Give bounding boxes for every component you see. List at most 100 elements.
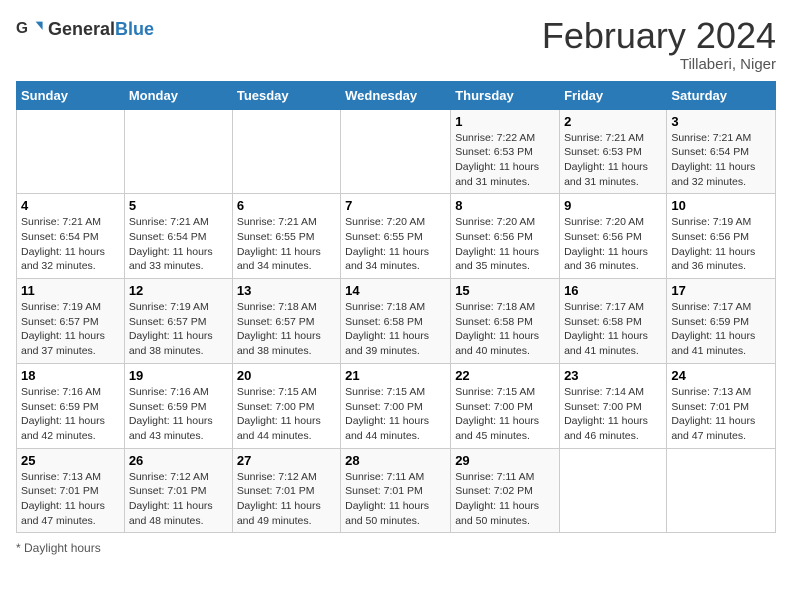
calendar-cell: 21Sunrise: 7:15 AM Sunset: 7:00 PM Dayli… (341, 363, 451, 448)
calendar-cell: 28 Sunrise: 7:11 AM Sunset: 7:01 PM Dayli… (341, 448, 451, 533)
day-info: Sunrise: 7:21 AM Sunset: 6:53 PM Dayligh… (564, 131, 662, 190)
calendar-cell: 8 Sunrise: 7:20 AM Sunset: 6:56 PM Daylig… (451, 194, 560, 279)
logo-icon: G (16, 16, 44, 44)
day-of-week-header: Friday (560, 81, 667, 109)
calendar-body: 1 Sunrise: 7:22 AM Sunset: 6:53 PM Daylig… (17, 109, 776, 533)
calendar-week-row: 18 Sunrise: 7:16 AM Sunset: 6:59 PM Dayli… (17, 363, 776, 448)
day-number: 8 (455, 198, 555, 213)
calendar-cell (232, 109, 340, 194)
calendar-cell (341, 109, 451, 194)
day-info: Sunrise: 7:20 AM Sunset: 6:56 PM Dayligh… (455, 215, 555, 274)
day-info: Sunrise: 7:21 AM Sunset: 6:54 PM Dayligh… (21, 215, 120, 274)
day-number: 25 (21, 453, 120, 468)
day-info: Sunrise: 7:16 AM Sunset: 6:59 PM Dayligh… (129, 385, 228, 444)
calendar-cell: 3Sunrise: 7:21 AM Sunset: 6:54 PM Daylig… (667, 109, 776, 194)
day-number: 14 (345, 283, 446, 298)
day-number: 9 (564, 198, 662, 213)
header-area: G GeneralBlue February 2024 Tillaberi, N… (16, 16, 776, 73)
day-number: 20 (237, 368, 336, 383)
day-info: Sunrise: 7:18 AM Sunset: 6:57 PM Dayligh… (237, 300, 336, 359)
day-number: 28 (345, 453, 446, 468)
calendar-cell: 18 Sunrise: 7:16 AM Sunset: 6:59 PM Dayli… (17, 363, 125, 448)
calendar-week-row: 4 Sunrise: 7:21 AM Sunset: 6:54 PM Daylig… (17, 194, 776, 279)
day-info: Sunrise: 7:17 AM Sunset: 6:58 PM Dayligh… (564, 300, 662, 359)
day-info: Sunrise: 7:15 AM Sunset: 7:00 PM Dayligh… (237, 385, 336, 444)
calendar-cell (124, 109, 232, 194)
day-number: 1 (455, 114, 555, 129)
calendar-cell: 11Sunrise: 7:19 AM Sunset: 6:57 PM Dayli… (17, 279, 125, 364)
calendar-cell: 9 Sunrise: 7:20 AM Sunset: 6:56 PM Daylig… (560, 194, 667, 279)
calendar-table: SundayMondayTuesdayWednesdayThursdayFrid… (16, 81, 776, 534)
day-info: Sunrise: 7:12 AM Sunset: 7:01 PM Dayligh… (237, 470, 336, 529)
calendar-cell: 17 Sunrise: 7:17 AM Sunset: 6:59 PM Dayli… (667, 279, 776, 364)
day-number: 5 (129, 198, 228, 213)
day-number: 15 (455, 283, 555, 298)
day-info: Sunrise: 7:19 AM Sunset: 6:56 PM Dayligh… (671, 215, 771, 274)
day-number: 18 (21, 368, 120, 383)
day-info: Sunrise: 7:11 AM Sunset: 7:01 PM Dayligh… (345, 470, 446, 529)
calendar-cell: 5 Sunrise: 7:21 AM Sunset: 6:54 PM Daylig… (124, 194, 232, 279)
day-number: 22 (455, 368, 555, 383)
page-title: February 2024 (542, 16, 776, 56)
footer: * Daylight hours (16, 541, 776, 555)
calendar-cell: 6Sunrise: 7:21 AM Sunset: 6:55 PM Daylig… (232, 194, 340, 279)
day-info: Sunrise: 7:18 AM Sunset: 6:58 PM Dayligh… (345, 300, 446, 359)
logo-blue-text: Blue (115, 19, 154, 39)
day-number: 3 (671, 114, 771, 129)
day-number: 7 (345, 198, 446, 213)
calendar-cell: 13Sunrise: 7:18 AM Sunset: 6:57 PM Dayli… (232, 279, 340, 364)
day-info: Sunrise: 7:18 AM Sunset: 6:58 PM Dayligh… (455, 300, 555, 359)
day-of-week-header: Thursday (451, 81, 560, 109)
day-info: Sunrise: 7:21 AM Sunset: 6:54 PM Dayligh… (129, 215, 228, 274)
day-of-week-header: Wednesday (341, 81, 451, 109)
day-number: 29 (455, 453, 555, 468)
calendar-cell: 10Sunrise: 7:19 AM Sunset: 6:56 PM Dayli… (667, 194, 776, 279)
title-area: February 2024 Tillaberi, Niger (542, 16, 776, 73)
day-number: 24 (671, 368, 771, 383)
day-number: 27 (237, 453, 336, 468)
logo-general-text: General (48, 19, 115, 39)
calendar-cell: 23Sunrise: 7:14 AM Sunset: 7:00 PM Dayli… (560, 363, 667, 448)
day-info: Sunrise: 7:19 AM Sunset: 6:57 PM Dayligh… (21, 300, 120, 359)
footer-text: Daylight hours (24, 541, 101, 555)
day-info: Sunrise: 7:15 AM Sunset: 7:00 PM Dayligh… (345, 385, 446, 444)
day-of-week-header: Saturday (667, 81, 776, 109)
calendar-week-row: 1 Sunrise: 7:22 AM Sunset: 6:53 PM Daylig… (17, 109, 776, 194)
calendar-cell: 20 Sunrise: 7:15 AM Sunset: 7:00 PM Dayli… (232, 363, 340, 448)
svg-text:G: G (16, 20, 28, 37)
calendar-header: SundayMondayTuesdayWednesdayThursdayFrid… (17, 81, 776, 109)
days-of-week-row: SundayMondayTuesdayWednesdayThursdayFrid… (17, 81, 776, 109)
calendar-cell: 26Sunrise: 7:12 AM Sunset: 7:01 PM Dayli… (124, 448, 232, 533)
day-info: Sunrise: 7:17 AM Sunset: 6:59 PM Dayligh… (671, 300, 771, 359)
logo: G GeneralBlue (16, 16, 154, 44)
day-info: Sunrise: 7:12 AM Sunset: 7:01 PM Dayligh… (129, 470, 228, 529)
calendar-cell: 25Sunrise: 7:13 AM Sunset: 7:01 PM Dayli… (17, 448, 125, 533)
day-info: Sunrise: 7:14 AM Sunset: 7:00 PM Dayligh… (564, 385, 662, 444)
calendar-cell: 12Sunrise: 7:19 AM Sunset: 6:57 PM Dayli… (124, 279, 232, 364)
day-info: Sunrise: 7:22 AM Sunset: 6:53 PM Dayligh… (455, 131, 555, 190)
day-info: Sunrise: 7:11 AM Sunset: 7:02 PM Dayligh… (455, 470, 555, 529)
day-info: Sunrise: 7:21 AM Sunset: 6:55 PM Dayligh… (237, 215, 336, 274)
calendar-week-row: 11Sunrise: 7:19 AM Sunset: 6:57 PM Dayli… (17, 279, 776, 364)
day-info: Sunrise: 7:20 AM Sunset: 6:55 PM Dayligh… (345, 215, 446, 274)
day-number: 17 (671, 283, 771, 298)
day-number: 2 (564, 114, 662, 129)
calendar-cell (560, 448, 667, 533)
calendar-cell: 2 Sunrise: 7:21 AM Sunset: 6:53 PM Daylig… (560, 109, 667, 194)
calendar-cell: 24 Sunrise: 7:13 AM Sunset: 7:01 PM Dayli… (667, 363, 776, 448)
day-number: 4 (21, 198, 120, 213)
calendar-cell: 16Sunrise: 7:17 AM Sunset: 6:58 PM Dayli… (560, 279, 667, 364)
day-info: Sunrise: 7:20 AM Sunset: 6:56 PM Dayligh… (564, 215, 662, 274)
calendar-week-row: 25Sunrise: 7:13 AM Sunset: 7:01 PM Dayli… (17, 448, 776, 533)
day-info: Sunrise: 7:16 AM Sunset: 6:59 PM Dayligh… (21, 385, 120, 444)
day-number: 12 (129, 283, 228, 298)
day-info: Sunrise: 7:13 AM Sunset: 7:01 PM Dayligh… (671, 385, 771, 444)
calendar-cell: 29 Sunrise: 7:11 AM Sunset: 7:02 PM Dayli… (451, 448, 560, 533)
calendar-cell (17, 109, 125, 194)
day-of-week-header: Monday (124, 81, 232, 109)
calendar-cell: 4 Sunrise: 7:21 AM Sunset: 6:54 PM Daylig… (17, 194, 125, 279)
calendar-cell: 1 Sunrise: 7:22 AM Sunset: 6:53 PM Daylig… (451, 109, 560, 194)
calendar-cell: 22Sunrise: 7:15 AM Sunset: 7:00 PM Dayli… (451, 363, 560, 448)
calendar-cell: 15 Sunrise: 7:18 AM Sunset: 6:58 PM Dayli… (451, 279, 560, 364)
day-of-week-header: Tuesday (232, 81, 340, 109)
